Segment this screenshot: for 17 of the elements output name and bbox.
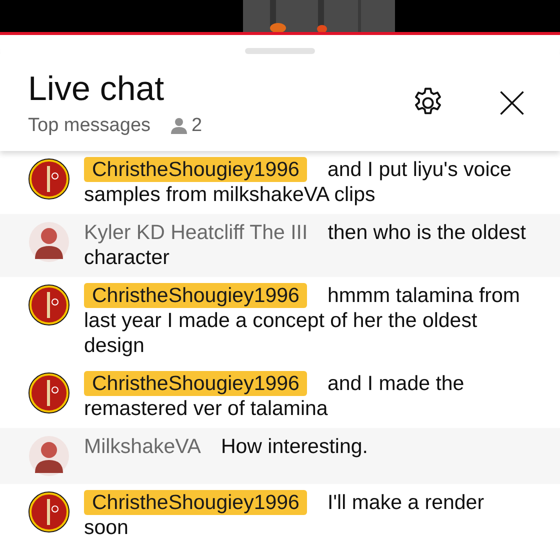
chat-message: ChristheShougiey1996 hmmm talamina from last year I made a concept of her the oldest design — [84, 283, 521, 358]
avatar-icon — [28, 435, 70, 477]
avatar-icon — [28, 372, 70, 414]
chat-message: MilkshakeVA How interesting. — [84, 434, 368, 459]
avatar-icon — [28, 158, 70, 200]
avatar-icon — [28, 491, 70, 533]
chat-message: ChristheShougiey1996 and I made the remastered ver of talamina — [84, 371, 466, 421]
panel-title: Live chat — [28, 69, 166, 109]
chat-message: Kyler KD Heatcliff The III then who is the oldest character — [84, 220, 527, 270]
avatar-icon — [28, 284, 70, 326]
chat-message: ChristheShougiey1996 and I put liyu's voice samples from milkshakeVA clips — [84, 157, 512, 207]
viewer-count: 2 — [192, 115, 202, 137]
person-icon — [168, 116, 189, 136]
avatar-icon — [28, 221, 70, 263]
drag-handle[interactable] — [245, 48, 315, 54]
chat-message: ChristheShougiey1996 I'll make a render soon — [84, 490, 486, 540]
chat-mode-selector[interactable]: Top messages — [28, 115, 151, 137]
